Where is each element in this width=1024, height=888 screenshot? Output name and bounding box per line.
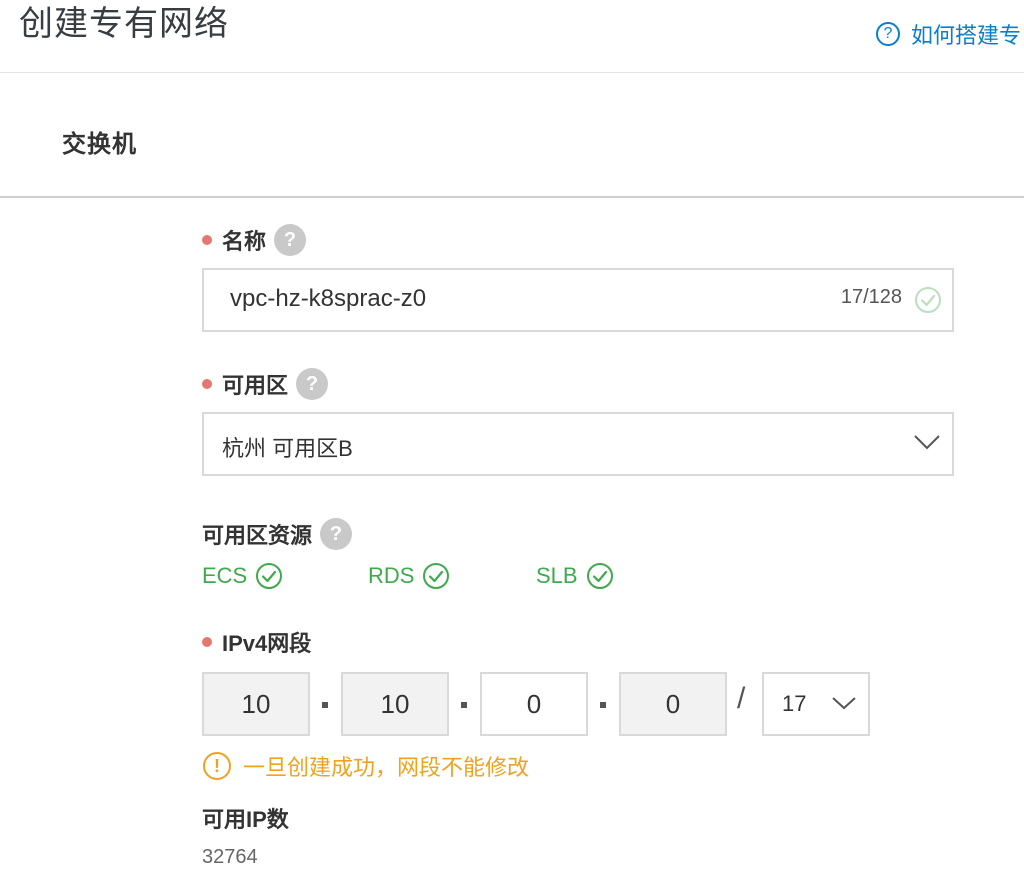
required-dot (202, 637, 212, 647)
zone-field-label: 可用区 ? (202, 368, 329, 400)
question-mark-icon[interactable]: ? (296, 368, 329, 400)
check-circle-icon (423, 563, 450, 589)
ip-dot-separator (600, 702, 606, 708)
check-circle-icon (915, 287, 941, 313)
question-mark-icon[interactable]: ? (274, 224, 307, 256)
required-dot (202, 235, 212, 245)
question-mark-icon[interactable]: ? (320, 518, 353, 550)
chevron-down-icon (832, 697, 856, 710)
resource-label: ECS (202, 563, 248, 588)
required-dot (202, 379, 212, 389)
name-field-label: 名称 ? (202, 224, 307, 256)
ipv4-warning: ! 一旦创建成功，网段不能修改 (203, 750, 529, 782)
ip-octet-2[interactable]: 10 (341, 672, 449, 736)
ipv4-field-label: IPv4网段 (202, 626, 311, 658)
create-vpc-page: 创建专有网络 ? 如何搭建专 交换机 名称 ? vpc-hz-k8sprac-z… (0, 0, 1024, 888)
zone-resources-label: 可用区资源 ? (202, 518, 353, 550)
help-link[interactable]: ? 如何搭建专 (876, 18, 1021, 50)
cidr-mask-value: 17 (782, 691, 807, 716)
header-divider (0, 72, 1024, 73)
check-circle-icon (586, 563, 613, 589)
ipv4-label-text: IPv4网段 (222, 631, 312, 656)
resource-ecs: ECS (202, 562, 283, 590)
section-title: 交换机 (62, 131, 137, 158)
ip-octet-4[interactable]: 0 (619, 672, 727, 736)
zone-select-value: 杭州 可用区B (222, 436, 353, 461)
name-input[interactable]: vpc-hz-k8sprac-z0 17/128 (202, 268, 954, 332)
name-label-text: 名称 (222, 229, 267, 254)
ip-dot-separator (461, 702, 467, 708)
resource-label: SLB (536, 563, 578, 588)
section-divider (0, 196, 1024, 198)
resource-rds: RDS (368, 562, 450, 590)
name-char-counter: 17/128 (840, 286, 902, 308)
cidr-mask-select[interactable]: 17 (762, 672, 870, 736)
available-ip-value: 32764 (202, 846, 258, 868)
exclamation-circle-icon: ! (203, 752, 231, 780)
name-input-value: vpc-hz-k8sprac-z0 (230, 285, 427, 312)
ipv4-warning-text: 一旦创建成功，网段不能修改 (243, 755, 530, 780)
zone-resources-label-text: 可用区资源 (202, 523, 313, 548)
zone-select[interactable]: 杭州 可用区B (202, 412, 954, 476)
resource-label: RDS (368, 563, 415, 588)
zone-resources-list: ECS RDS SLB (202, 562, 702, 592)
question-circle-icon: ? (876, 22, 900, 46)
cidr-slash: / (737, 682, 746, 715)
page-title: 创建专有网络 (19, 5, 229, 43)
ip-octet-1[interactable]: 10 (202, 672, 310, 736)
ip-octet-3[interactable]: 0 (480, 672, 588, 736)
help-link-label: 如何搭建专 (911, 23, 1022, 48)
zone-label-text: 可用区 (222, 373, 289, 398)
resource-slb: SLB (536, 562, 614, 590)
available-ip-label: 可用IP数 (202, 807, 289, 832)
check-circle-icon (256, 563, 283, 589)
ip-dot-separator (322, 702, 328, 708)
chevron-down-icon (914, 435, 940, 450)
